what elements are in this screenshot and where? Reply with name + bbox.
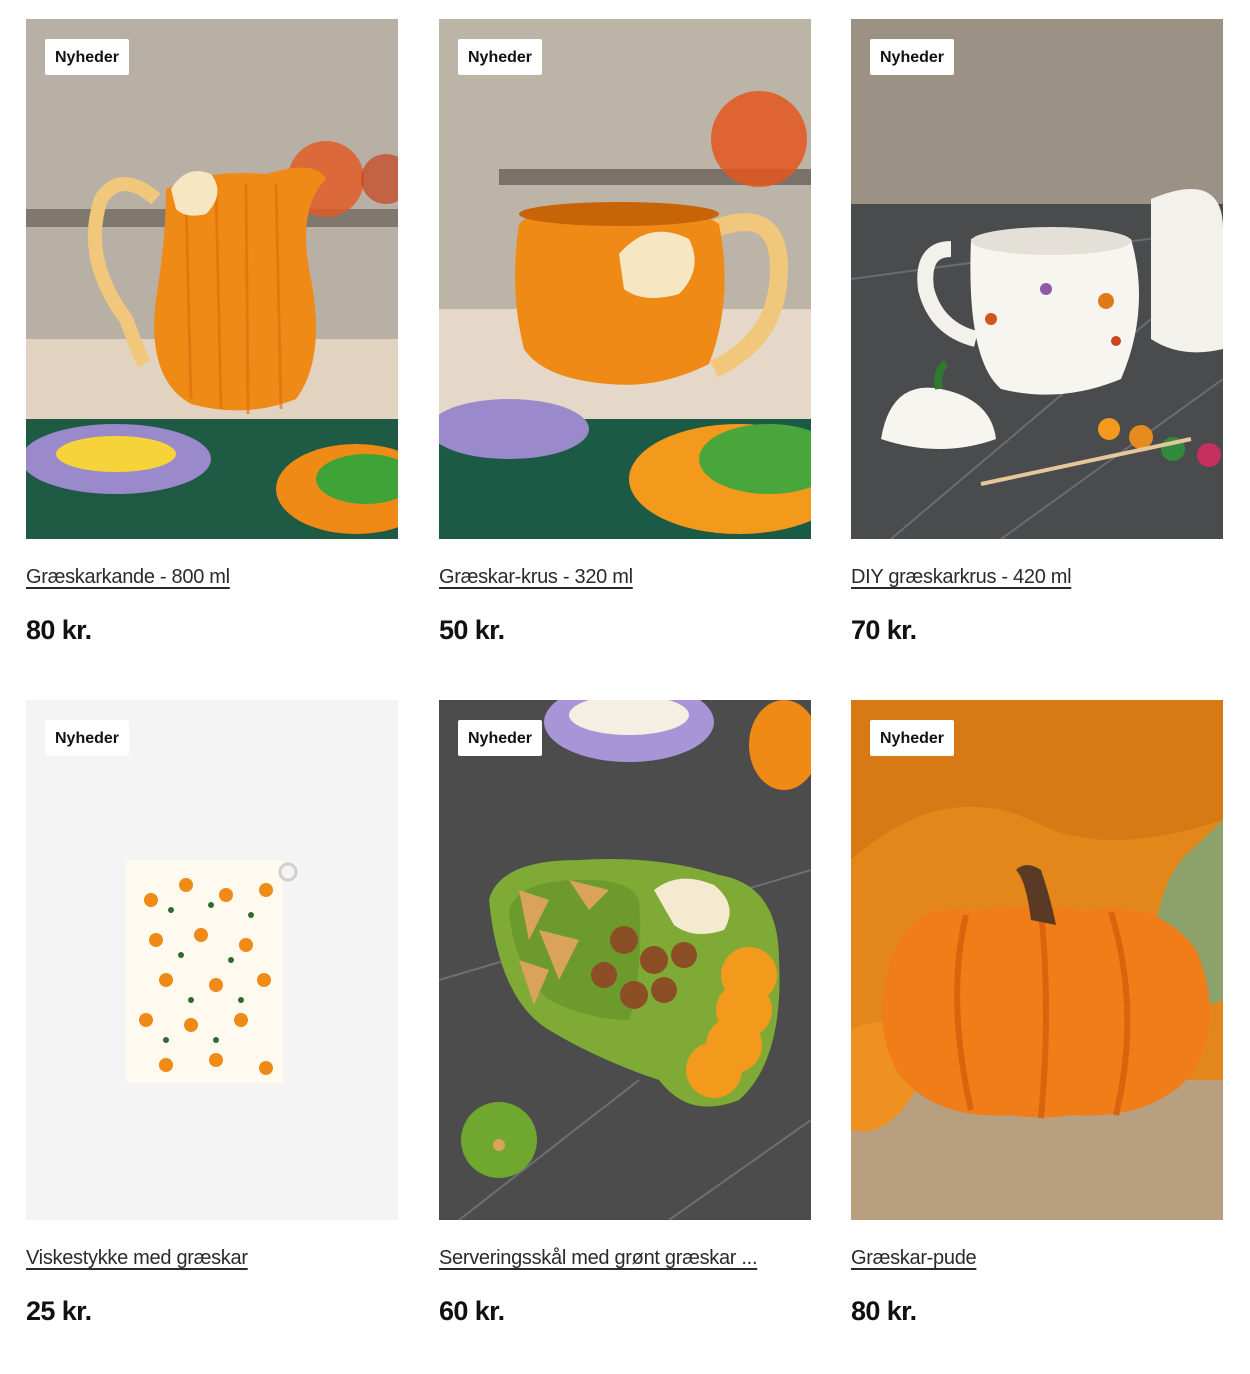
- product-title-link[interactable]: Græskar-krus - 320 ml: [439, 566, 811, 589]
- product-image-link[interactable]: Nyheder: [26, 700, 398, 1220]
- product-card[interactable]: Nyheder DIY græskarkrus - 420 ml 70 kr.: [851, 19, 1223, 645]
- product-price: 50 kr.: [439, 615, 505, 645]
- product-image-link[interactable]: Nyheder: [439, 700, 811, 1220]
- product-card[interactable]: Nyheder Græskar-pude 80 kr.: [851, 700, 1223, 1326]
- product-grid: Nyheder Græskarkande - 800 ml 80 kr. Nyh…: [0, 0, 1250, 1374]
- product-card[interactable]: Nyheder Viskestykke med græskar 25 kr.: [26, 700, 398, 1326]
- product-image-link[interactable]: Nyheder: [439, 19, 811, 539]
- pumpkin-pillow-image: [851, 700, 1223, 1220]
- pumpkin-jug-image: [26, 19, 398, 539]
- new-badge: Nyheder: [458, 39, 543, 75]
- product-image-link[interactable]: Nyheder: [851, 700, 1223, 1220]
- new-badge: Nyheder: [870, 720, 955, 756]
- new-badge: Nyheder: [45, 720, 130, 756]
- diy-mug-image: [851, 19, 1223, 539]
- product-title-link[interactable]: Serveringsskål med grønt græskar ...: [439, 1247, 811, 1270]
- product-price: 80 kr.: [851, 1296, 917, 1326]
- product-price: 60 kr.: [439, 1296, 505, 1326]
- product-title-link[interactable]: Græskarkande - 800 ml: [26, 566, 398, 589]
- product-card[interactable]: Nyheder Serveringsskål med grønt græskar…: [439, 700, 811, 1326]
- product-price: 80 kr.: [26, 615, 92, 645]
- product-title-link[interactable]: Viskestykke med græskar: [26, 1247, 398, 1270]
- tea-towel-image: [26, 700, 398, 1220]
- product-card[interactable]: Nyheder Græskarkande - 800 ml 80 kr.: [26, 19, 398, 645]
- product-price: 25 kr.: [26, 1296, 92, 1326]
- new-badge: Nyheder: [458, 720, 543, 756]
- product-price: 70 kr.: [851, 615, 917, 645]
- product-title-link[interactable]: DIY græskarkrus - 420 ml: [851, 566, 1223, 589]
- product-card[interactable]: Nyheder Græskar-krus - 320 ml 50 kr.: [439, 19, 811, 645]
- product-image-link[interactable]: Nyheder: [851, 19, 1223, 539]
- product-title-link[interactable]: Græskar-pude: [851, 1247, 1223, 1270]
- pumpkin-mug-image: [439, 19, 811, 539]
- product-image-link[interactable]: Nyheder: [26, 19, 398, 539]
- serving-bowl-image: [439, 700, 811, 1220]
- new-badge: Nyheder: [870, 39, 955, 75]
- new-badge: Nyheder: [45, 39, 130, 75]
